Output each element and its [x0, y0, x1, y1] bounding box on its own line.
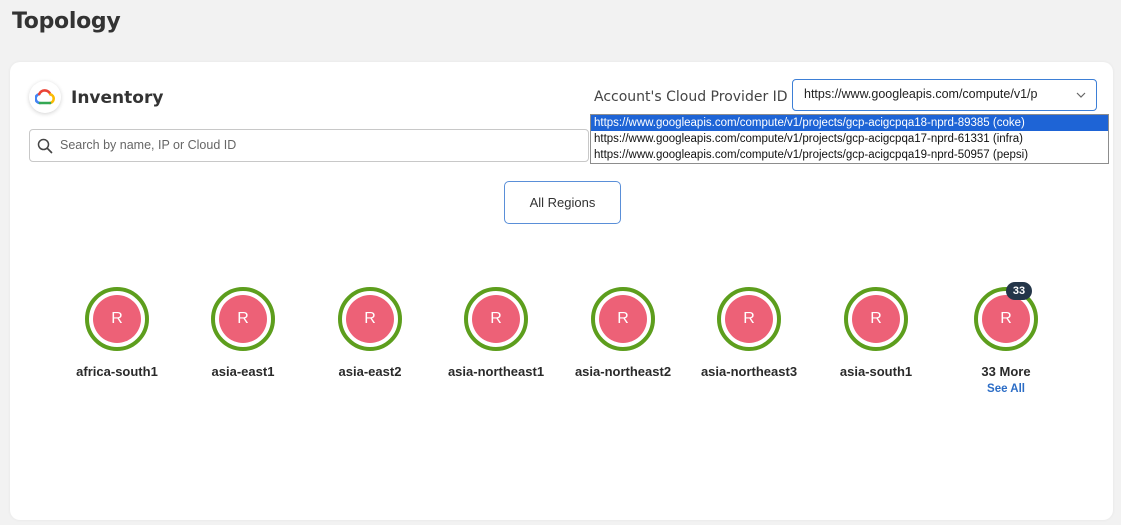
region-node[interactable]: R africa-south1	[47, 287, 187, 379]
region-letter: R	[346, 295, 394, 343]
region-letter: R	[93, 295, 141, 343]
region-label: asia-east1	[211, 364, 275, 379]
region-node[interactable]: R asia-northeast1	[426, 287, 566, 379]
see-all-link[interactable]: See All	[936, 383, 1076, 395]
region-ring: R	[338, 287, 402, 351]
region-node[interactable]: R asia-northeast3	[679, 287, 819, 379]
region-letter: R	[219, 295, 267, 343]
account-id-label: Account's Cloud Provider ID	[594, 89, 788, 105]
region-ring: R	[591, 287, 655, 351]
google-cloud-icon	[29, 81, 61, 113]
region-label: asia-northeast1	[447, 364, 545, 379]
region-letter: R	[599, 295, 647, 343]
region-letter: R	[472, 295, 520, 343]
region-ring: R	[717, 287, 781, 351]
region-letter: R	[725, 295, 773, 343]
account-option[interactable]: https://www.googleapis.com/compute/v1/pr…	[591, 147, 1108, 163]
region-letter: R	[982, 295, 1030, 343]
page-title: Topology	[12, 9, 121, 34]
account-option[interactable]: https://www.googleapis.com/compute/v1/pr…	[591, 115, 1108, 131]
more-regions-node[interactable]: R 33 33 More See All	[936, 282, 1076, 395]
search-placeholder: Search by name, IP or Cloud ID	[60, 138, 237, 152]
region-node[interactable]: R asia-south1	[806, 287, 946, 379]
all-regions-button[interactable]: All Regions	[504, 181, 621, 224]
search-input[interactable]: Search by name, IP or Cloud ID	[29, 129, 589, 162]
region-ring: R	[85, 287, 149, 351]
account-id-value: https://www.googleapis.com/compute/v1/p	[804, 87, 1038, 101]
region-label: africa-south1	[76, 364, 158, 379]
inventory-card: Inventory Account's Cloud Provider ID ht…	[10, 62, 1113, 520]
region-ring: R	[464, 287, 528, 351]
region-label: asia-northeast3	[700, 364, 798, 379]
account-option[interactable]: https://www.googleapis.com/compute/v1/pr…	[591, 131, 1108, 147]
more-label: 33 More	[981, 364, 1031, 379]
region-label: asia-south1	[839, 364, 913, 379]
region-label: asia-east2	[338, 364, 402, 379]
region-node[interactable]: R asia-northeast2	[553, 287, 693, 379]
region-label: asia-northeast2	[574, 364, 672, 379]
region-ring: R	[844, 287, 908, 351]
account-id-select[interactable]: https://www.googleapis.com/compute/v1/p	[792, 79, 1097, 111]
region-node[interactable]: R asia-east1	[173, 287, 313, 379]
region-node[interactable]: R asia-east2	[300, 287, 440, 379]
region-letter: R	[852, 295, 900, 343]
search-icon	[37, 138, 53, 154]
count-badge: 33	[1006, 282, 1032, 300]
inventory-title: Inventory	[71, 88, 164, 108]
region-ring: R	[211, 287, 275, 351]
account-id-dropdown: https://www.googleapis.com/compute/v1/pr…	[590, 114, 1109, 164]
chevron-down-icon	[1074, 80, 1088, 109]
region-ring: R 33	[974, 282, 1038, 351]
